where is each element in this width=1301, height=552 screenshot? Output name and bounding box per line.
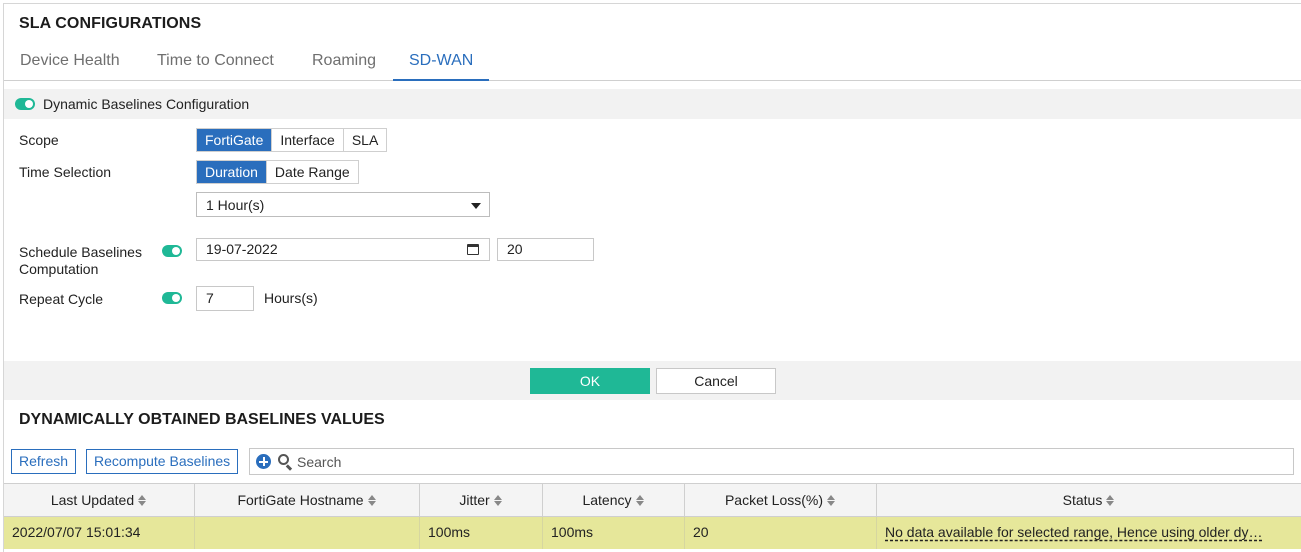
sort-icon bbox=[635, 495, 645, 506]
column-header-latency[interactable]: Latency bbox=[543, 484, 685, 517]
sort-icon bbox=[367, 495, 377, 506]
tab-device-health[interactable]: Device Health bbox=[20, 52, 120, 70]
table-row[interactable]: 2022/07/07 15:01:34 100ms 100ms 20 No da… bbox=[4, 517, 1301, 549]
sort-icon bbox=[493, 495, 503, 506]
time-selection-segmented-control: Duration Date Range bbox=[196, 160, 359, 184]
scope-option-fortigate[interactable]: FortiGate bbox=[197, 129, 273, 151]
repeat-cycle-label: Repeat Cycle bbox=[19, 291, 104, 307]
cell-packet-loss: 20 bbox=[685, 517, 877, 549]
tab-roaming[interactable]: Roaming bbox=[312, 52, 376, 70]
cell-last-updated: 2022/07/07 15:01:34 bbox=[4, 517, 195, 549]
cell-latency: 100ms bbox=[543, 517, 685, 549]
scope-option-sla[interactable]: SLA bbox=[343, 129, 387, 151]
schedule-baselines-toggle[interactable] bbox=[162, 245, 182, 257]
schedule-hour-value: 20 bbox=[507, 241, 523, 257]
time-option-duration[interactable]: Duration bbox=[197, 161, 267, 183]
schedule-date-field[interactable]: 19-07-2022 bbox=[196, 238, 490, 261]
add-filter-icon[interactable] bbox=[256, 454, 271, 469]
baselines-title: DYNAMICALLY OBTAINED BASELINES VALUES bbox=[19, 411, 385, 428]
cell-jitter: 100ms bbox=[420, 517, 543, 549]
table-header: Last Updated FortiGate Hostname Jitter L… bbox=[4, 483, 1301, 517]
scope-segmented-control: FortiGate Interface SLA bbox=[196, 128, 388, 152]
column-header-last-updated[interactable]: Last Updated bbox=[4, 484, 195, 517]
sort-icon bbox=[138, 495, 147, 506]
calendar-icon[interactable] bbox=[467, 244, 479, 255]
cancel-button[interactable]: Cancel bbox=[656, 368, 776, 394]
time-option-date-range[interactable]: Date Range bbox=[266, 161, 358, 183]
column-header-packet-loss[interactable]: Packet Loss(%) bbox=[685, 484, 877, 517]
tab-time-to-connect[interactable]: Time to Connect bbox=[157, 52, 274, 70]
cell-status: No data available for selected range, He… bbox=[885, 524, 1263, 540]
search-icon bbox=[278, 454, 293, 471]
duration-select[interactable]: 1 Hour(s) bbox=[196, 192, 490, 217]
duration-select-value: 1 Hour(s) bbox=[206, 197, 265, 213]
search-box: Search bbox=[249, 448, 1294, 475]
schedule-baselines-label: Schedule Baselines Computation bbox=[19, 244, 142, 277]
column-header-fortigate-hostname[interactable]: FortiGate Hostname bbox=[195, 484, 420, 517]
column-header-status[interactable]: Status bbox=[877, 484, 1301, 517]
column-header-jitter[interactable]: Jitter bbox=[420, 484, 543, 517]
schedule-hour-field[interactable]: 20 bbox=[497, 238, 594, 261]
schedule-date-value: 19-07-2022 bbox=[206, 241, 278, 257]
tab-sd-wan[interactable]: SD-WAN bbox=[409, 52, 473, 70]
form-actions-band bbox=[4, 361, 1301, 400]
sort-icon bbox=[1106, 495, 1115, 506]
toggle-knob bbox=[172, 294, 180, 302]
page-title: SLA CONFIGURATIONS bbox=[19, 15, 202, 32]
cell-fortigate-hostname bbox=[195, 517, 420, 549]
time-selection-label: Time Selection bbox=[19, 164, 112, 180]
repeat-cycle-value: 7 bbox=[206, 290, 214, 306]
dynamic-baselines-label: Dynamic Baselines Configuration bbox=[43, 96, 250, 112]
ok-button[interactable]: OK bbox=[530, 368, 650, 394]
tab-bar: Device Health Time to Connect Roaming SD… bbox=[4, 44, 1301, 81]
scope-label: Scope bbox=[19, 132, 59, 148]
active-tab-indicator bbox=[393, 79, 489, 81]
recompute-baselines-button[interactable]: Recompute Baselines bbox=[86, 449, 239, 474]
repeat-cycle-field[interactable]: 7 bbox=[196, 286, 254, 311]
search-input[interactable]: Search bbox=[297, 454, 341, 470]
toggle-knob bbox=[25, 100, 33, 108]
sort-icon bbox=[827, 495, 836, 506]
repeat-cycle-units: Hours(s) bbox=[264, 290, 318, 306]
chevron-down-icon bbox=[471, 203, 481, 209]
scope-option-interface[interactable]: Interface bbox=[272, 129, 344, 151]
dynamic-baselines-toggle[interactable] bbox=[15, 98, 35, 110]
toggle-knob bbox=[172, 247, 180, 255]
refresh-button[interactable]: Refresh bbox=[11, 449, 77, 474]
repeat-cycle-toggle[interactable] bbox=[162, 292, 182, 304]
